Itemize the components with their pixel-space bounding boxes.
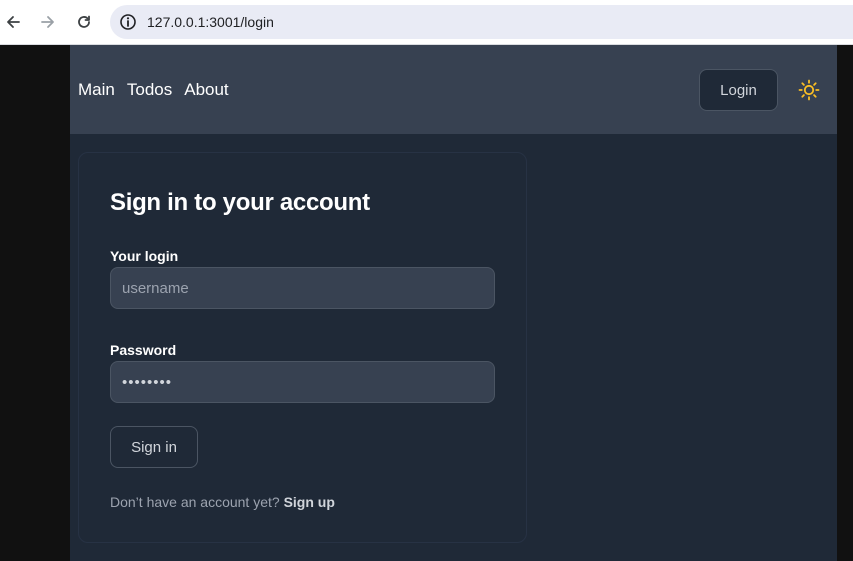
arrow-left-icon [7,16,20,28]
username-input[interactable] [110,267,495,309]
info-circle-icon[interactable] [118,12,138,32]
reload-button[interactable] [72,10,96,34]
login-label: Your login [110,248,179,264]
login-card: Sign in to your account Your login Passw… [78,152,527,543]
nav-links: Main Todos About [78,45,229,134]
arrow-right-icon [41,16,54,28]
nav-link-main[interactable]: Main [78,80,115,100]
sign-up-link[interactable]: Sign up [284,494,335,510]
browser-toolbar: 127.0.0.1:3001/login [0,0,853,45]
nav-link-todos[interactable]: Todos [127,80,172,100]
login-button[interactable]: Login [699,69,778,111]
signup-prompt-text: Don’t have an account yet? [110,494,280,510]
reload-icon [78,15,90,28]
signup-prompt: Don’t have an account yet? Sign up [110,494,335,510]
url-text[interactable]: 127.0.0.1:3001/login [147,5,274,39]
back-button[interactable] [1,10,25,34]
navbar: Main Todos About Login [70,45,837,134]
password-input[interactable] [110,361,495,403]
address-bar[interactable]: 127.0.0.1:3001/login [110,5,853,39]
password-label: Password [110,342,177,358]
right-edge [837,45,853,561]
page-content: Main Todos About Login Sign in to your a… [70,45,837,561]
page-title: Sign in to your account [110,189,370,216]
sign-in-button[interactable]: Sign in [110,426,198,468]
sun-icon[interactable] [798,79,820,101]
forward-button[interactable] [36,10,60,34]
nav-link-about[interactable]: About [184,80,228,100]
